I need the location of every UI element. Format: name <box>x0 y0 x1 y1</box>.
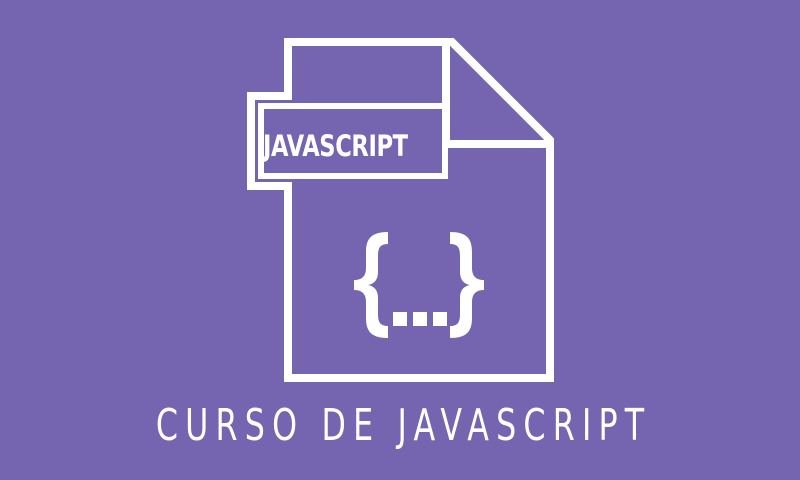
javascript-file-icon <box>247 38 554 382</box>
curly-braces-ellipsis-icon <box>354 232 484 338</box>
course-title: CURSO DE JAVASCRIPT <box>155 400 652 451</box>
thumbnail-banner: JAVASCRIPT CURSO DE JAVASCRIPT <box>0 0 800 480</box>
file-label: JAVASCRIPT <box>263 129 408 163</box>
folded-corner <box>442 46 546 148</box>
document-outline <box>247 38 554 382</box>
